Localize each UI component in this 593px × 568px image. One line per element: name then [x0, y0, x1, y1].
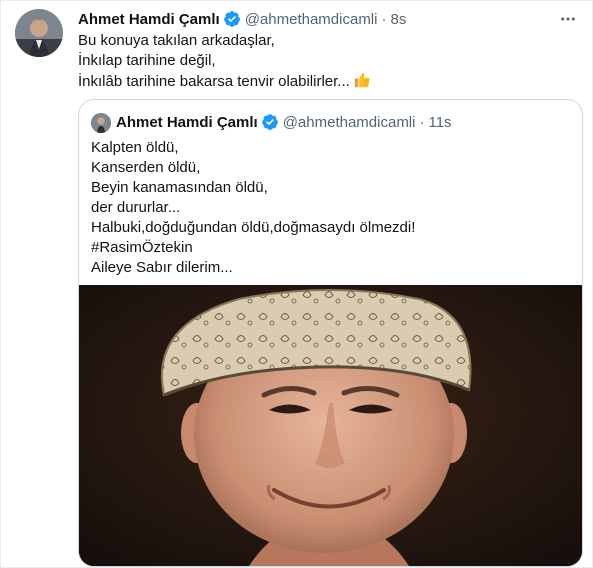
- quoted-photo[interactable]: [79, 285, 582, 566]
- quoted-avatar[interactable]: [91, 113, 111, 133]
- separator-dot: ·: [419, 113, 425, 131]
- more-horizontal-icon[interactable]: [556, 9, 580, 29]
- hashtag-link[interactable]: #RasimÖztekin: [91, 238, 415, 258]
- quoted-author-handle[interactable]: @ahmethamdicamli: [283, 114, 416, 131]
- quoted-header: Ahmet Hamdi Çamlı @ahmethamdicamli · 11s: [116, 112, 452, 132]
- avatar[interactable]: [15, 9, 63, 57]
- quoted-text: Kalpten öldü, Kanserden öldü, Beyin kana…: [91, 138, 415, 278]
- quoted-line: Aileye Sabır dilerim...: [91, 259, 233, 276]
- tweet-line: İnkılâb tarihine bakarsa tenvir olabilir…: [78, 71, 371, 92]
- tweet-line-text: İnkılâb tarihine bakarsa tenvir olabilir…: [78, 73, 350, 90]
- tweet[interactable]: Ahmet Hamdi Çamlı @ahmethamdicamli · 8s …: [0, 0, 593, 568]
- quoted-author-name[interactable]: Ahmet Hamdi Çamlı: [116, 114, 258, 131]
- timestamp[interactable]: 8s: [390, 11, 406, 28]
- verified-badge-icon: [223, 11, 240, 27]
- quoted-line: Halbuki,doğduğundan öldü,doğmasaydı ölme…: [91, 219, 416, 236]
- author-name[interactable]: Ahmet Hamdi Çamlı: [78, 11, 220, 28]
- thumbs-up-icon: [354, 72, 370, 88]
- quoted-line: Beyin kanamasından öldü,: [91, 179, 268, 196]
- quoted-tweet[interactable]: Ahmet Hamdi Çamlı @ahmethamdicamli · 11s…: [78, 99, 583, 567]
- verified-badge-icon: [261, 114, 278, 130]
- tweet-line: Bu konuya takılan arkadaşlar,: [78, 32, 275, 49]
- author-handle[interactable]: @ahmethamdicamli: [245, 11, 378, 28]
- quoted-timestamp[interactable]: 11s: [428, 114, 451, 131]
- tweet-line: İnkılap tarihine değil,: [78, 52, 216, 69]
- tweet-text: Bu konuya takılan arkadaşlar, İnkılap ta…: [78, 31, 371, 92]
- quoted-line: der dururlar...: [91, 199, 181, 216]
- quoted-line: Kanserden öldü,: [91, 159, 201, 176]
- tweet-header: Ahmet Hamdi Çamlı @ahmethamdicamli · 8s: [78, 9, 406, 29]
- quoted-line: Kalpten öldü,: [91, 139, 179, 156]
- separator-dot: ·: [381, 10, 387, 28]
